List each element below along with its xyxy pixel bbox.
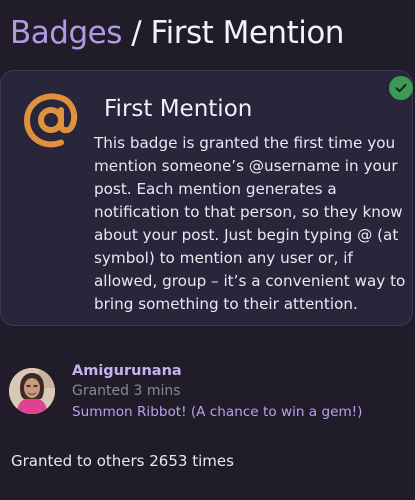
badge-title: First Mention <box>104 96 253 122</box>
granted-check-icon <box>389 76 413 100</box>
avatar[interactable] <box>9 368 55 414</box>
page-title: First Mention <box>150 15 345 51</box>
breadcrumb-separator: / <box>131 15 142 51</box>
breadcrumb: Badges / First Mention <box>10 12 344 54</box>
granted-post-link[interactable]: Summon Ribbot! (A chance to win a gem!) <box>72 402 362 422</box>
granted-user-name[interactable]: Amigurunana <box>72 361 182 381</box>
granted-count-text: Granted to others 2653 times <box>11 452 234 470</box>
badge-page: Badges / First Mention First Mention Thi… <box>0 0 415 500</box>
badge-description: This badge is granted the first time you… <box>94 134 406 313</box>
granted-time: Granted 3 mins <box>72 383 181 399</box>
breadcrumb-badges-link[interactable]: Badges <box>10 15 122 51</box>
at-sign-icon <box>22 92 80 150</box>
